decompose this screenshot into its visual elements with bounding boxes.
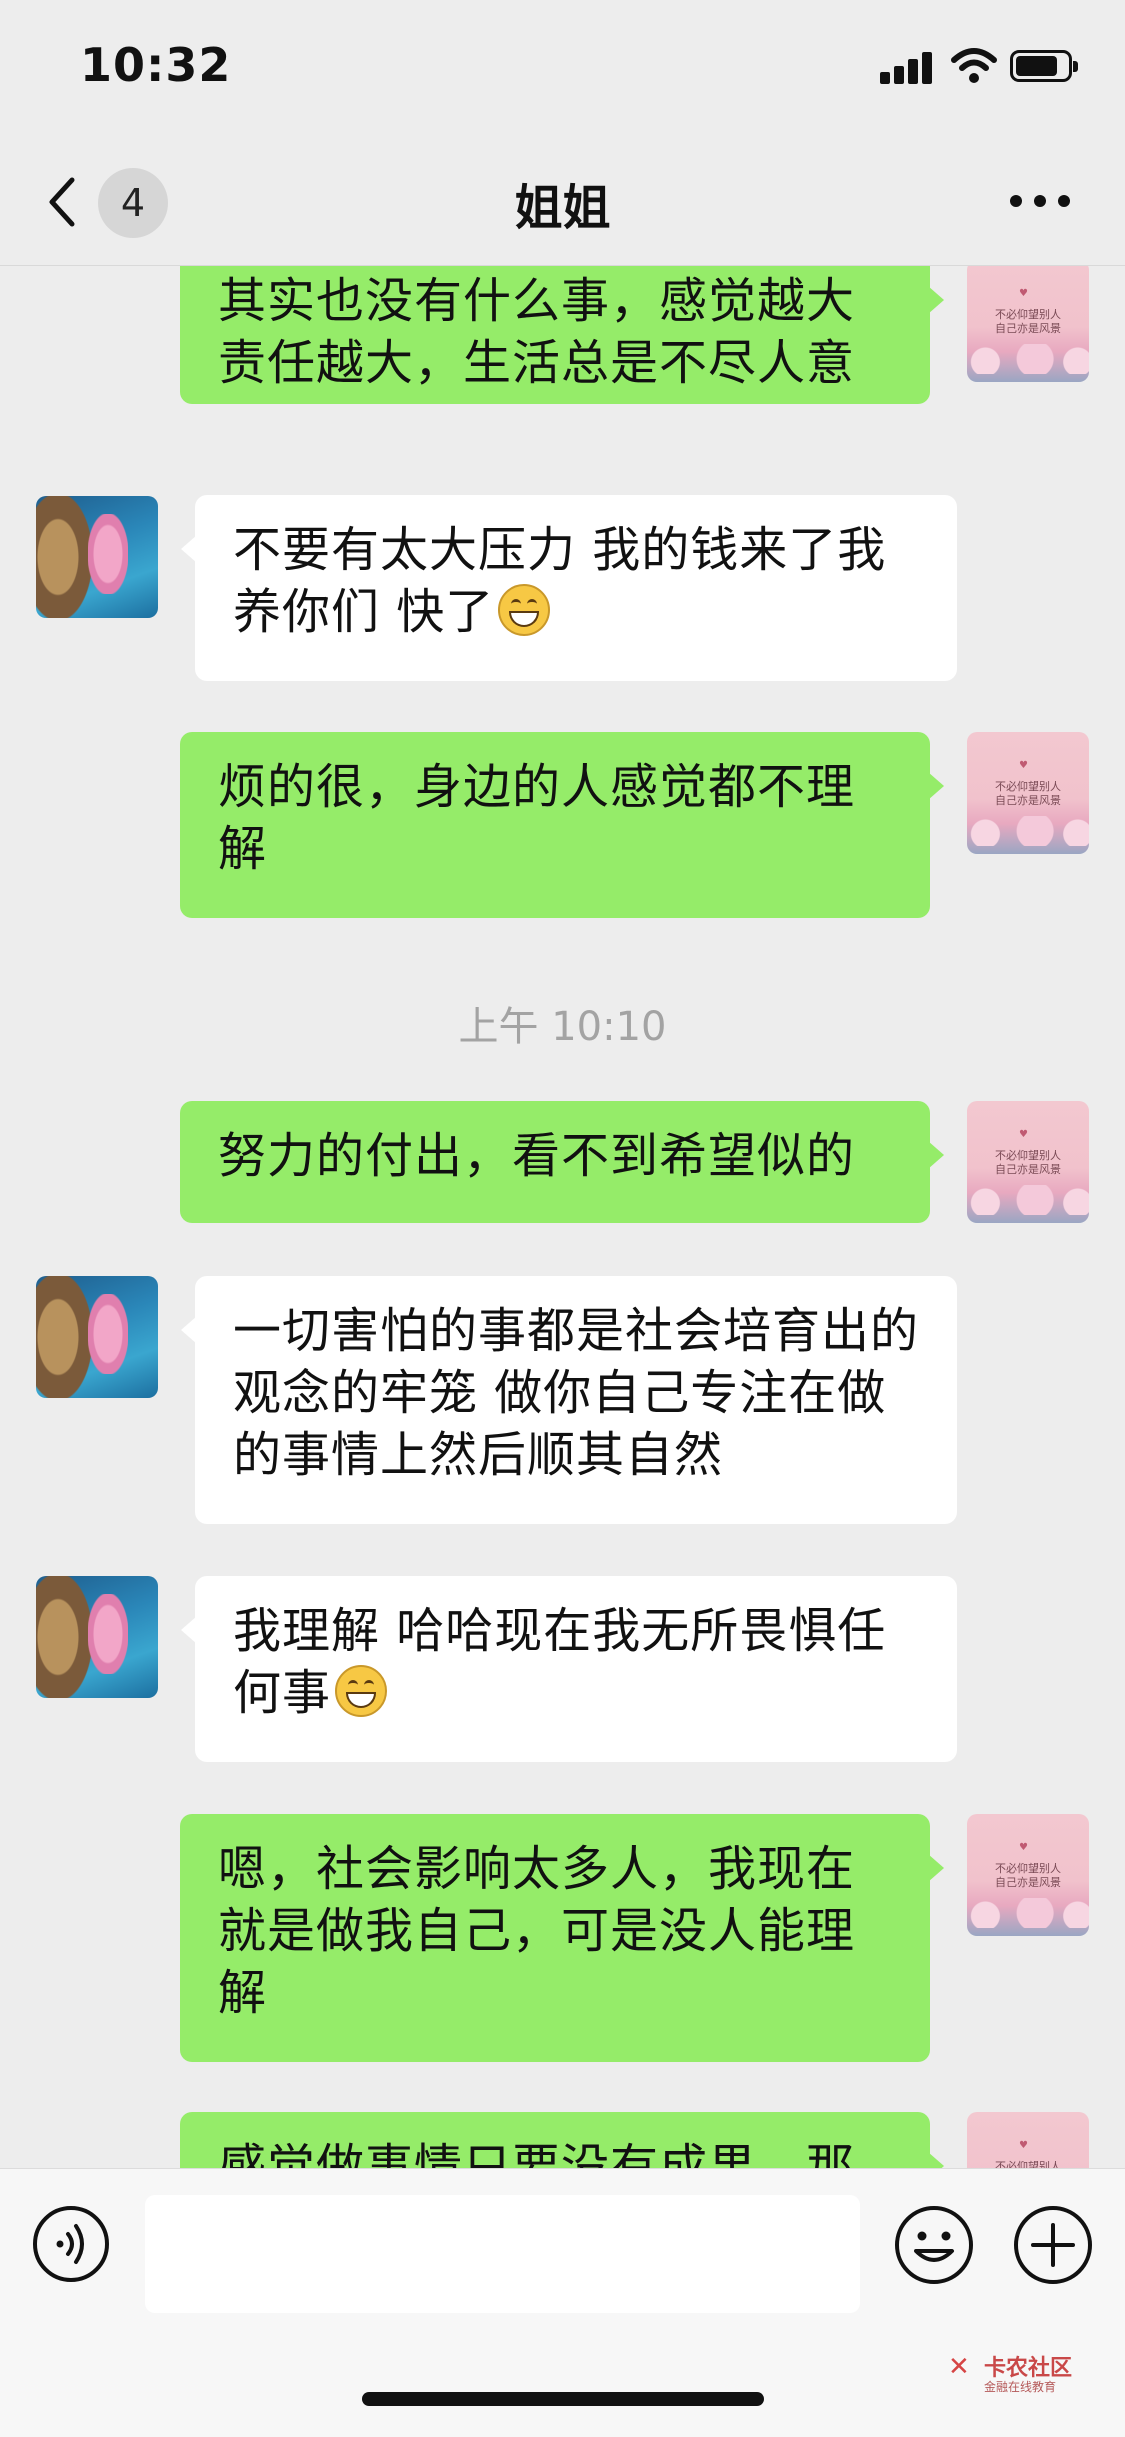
battery-icon [1010,50,1078,82]
message-bubble[interactable]: 一切害怕的事都是社会培育出的观念的牢笼 做你自己专注在做的事情上然后顺其自然 [181,1276,957,1524]
grin-emoji-icon [335,1665,388,1717]
avatar-contact[interactable] [36,1276,158,1398]
grin-emoji-icon [498,584,551,636]
avatar-contact[interactable] [36,496,158,618]
emoji-icon[interactable] [894,2205,974,2285]
message-bubble[interactable]: 嗯，社会影响太多人，我现在就是做我自己，可是没人能理解 [180,1814,944,2062]
message-timestamp: 上午 10:10 [458,1004,667,1050]
message-bubble[interactable]: 其实也没有什么事，感觉越大责任越大，生活总是不尽人意 [180,266,944,404]
status-bar: 10:32 [0,0,1125,140]
home-indicator[interactable] [362,2392,764,2406]
voice-icon[interactable] [32,2205,110,2283]
message-bubble[interactable]: 感觉做事情只要没有成果，那 [180,2112,944,2168]
plus-icon[interactable] [1013,2205,1093,2285]
avatar-self[interactable]: ♥ 不必仰望别人自己亦是风景 [967,2112,1089,2168]
message-text-input[interactable] [145,2195,860,2313]
message-list[interactable]: 其实也没有什么事，感觉越大责任越大，生活总是不尽人意 ♥ 不必仰望别人 自己亦是风… [0,266,1125,2168]
message-bubble[interactable]: 我理解 哈哈现在我无所畏惧任何事 [181,1576,957,1762]
more-dots-icon[interactable] [1010,195,1070,209]
chat-title: 姐姐 [514,180,611,236]
signal-icon [880,52,932,84]
avatar-self[interactable]: ♥ 不必仰望别人自己亦是风景 [967,1814,1089,1936]
status-time: 10:32 [80,38,232,92]
avatar-self[interactable]: ♥ 不必仰望别人自己亦是风景 [967,732,1089,854]
chat-header: 4 姐姐 [0,140,1125,266]
message-bubble[interactable]: 不要有太大压力 我的钱来了我养你们 快了 [181,495,957,681]
avatar-self[interactable]: ♥ 不必仰望别人自己亦是风景 [967,266,1089,382]
avatar-contact[interactable] [36,1576,158,1698]
message-bubble[interactable]: 努力的付出，看不到希望似的 [180,1101,944,1223]
wifi-icon [951,48,997,83]
watermark-logo: ✕ 卡农社区 金融在线教育 [948,2352,1073,2394]
message-bubble[interactable]: 烦的很，身边的人感觉都不理解 [180,732,944,918]
avatar-self[interactable]: ♥ 不必仰望别人自己亦是风景 [967,1101,1089,1223]
